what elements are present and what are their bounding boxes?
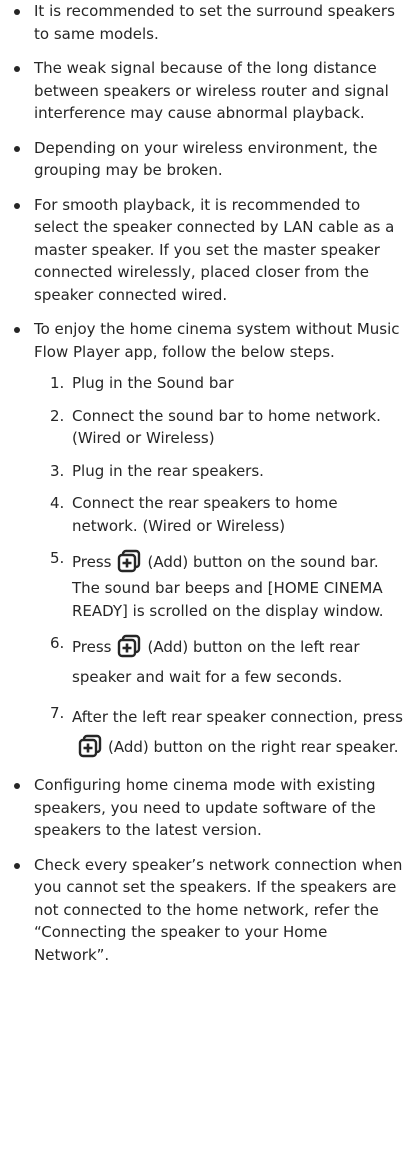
bullet-dot	[14, 145, 20, 152]
step-text: Press (Add) button on the sound bar.	[72, 547, 406, 577]
step-item: 3. Plug in the rear speakers.	[34, 460, 406, 483]
note-text: It is recommended to set the surround sp…	[34, 2, 395, 43]
add-icon	[78, 734, 102, 757]
step-text-post: (Add) button on the sound bar.	[147, 553, 379, 571]
list-item: It is recommended to set the surround sp…	[0, 0, 406, 45]
bullet-dot	[14, 66, 20, 72]
note-text: The weak signal because of the long dist…	[34, 59, 389, 122]
bullet-dot	[14, 327, 20, 333]
bullet-dot	[14, 862, 20, 869]
step-number: 6.	[50, 634, 65, 652]
step-text: Connect the sound bar to home network. (…	[72, 406, 381, 448]
step-item: 6. Press (Add) button on the left rear sp…	[34, 632, 406, 692]
bullet-dot	[14, 9, 20, 15]
step-item: 7. After the left rear speaker connectio…	[34, 702, 406, 762]
step-text: Connect the rear speakers to home networ…	[72, 494, 338, 535]
manual-page: It is recommended to set the surround sp…	[0, 0, 414, 1159]
bullet-dot	[14, 783, 20, 789]
step-text: After the left rear speaker connection, …	[72, 702, 406, 762]
add-icon	[118, 549, 141, 572]
list-item: Configuring home cinema mode with existi…	[0, 774, 406, 842]
step-text: Plug in the Sound bar	[72, 374, 234, 392]
step-text-pre: After the left rear speaker connection, …	[72, 708, 403, 726]
note-text: To enjoy the home cinema system without …	[34, 320, 400, 361]
step-item: 5. Press (Add) button on the sound bar. T…	[34, 547, 406, 622]
step-number: 5.	[50, 549, 65, 567]
list-item: Check every speaker’s network connection…	[0, 854, 406, 967]
step-text-pre: Press	[72, 553, 112, 571]
step-text: Press (Add) button on the left rear speak…	[72, 632, 406, 692]
step-note: The sound bar beeps and [HOME CINEMA REA…	[72, 579, 384, 620]
notes-list: It is recommended to set the surround sp…	[0, 0, 406, 966]
step-number: 3.	[50, 461, 65, 480]
step-text-pre: Press	[72, 638, 112, 656]
bullet-dot	[14, 202, 20, 209]
step-number: 1.	[50, 374, 65, 392]
step-item: 4. Connect the rear speakers to home net…	[34, 492, 406, 537]
step-item: 2. Connect the sound bar to home network…	[34, 405, 406, 450]
note-text: Configuring home cinema mode with existi…	[34, 776, 376, 839]
step-item: 1. Plug in the Sound bar	[34, 372, 406, 395]
list-item: To enjoy the home cinema system without …	[0, 318, 406, 762]
steps-list: 1. Plug in the Sound bar 2. Connect the …	[34, 372, 406, 762]
list-item: Depending on your wireless environment, …	[0, 137, 406, 182]
step-number: 4.	[50, 494, 65, 512]
list-item: For smooth playback, it is recommended t…	[0, 194, 406, 307]
step-text: Plug in the rear speakers.	[72, 461, 264, 480]
list-item: The weak signal because of the long dist…	[0, 57, 406, 125]
note-text: Check every speaker’s network connection…	[34, 855, 403, 964]
note-text: For smooth playback, it is recommended t…	[34, 195, 395, 304]
step-text-post: (Add) button on the left rear speaker an…	[72, 638, 360, 686]
step-number: 7.	[50, 704, 65, 722]
note-text: Depending on your wireless environment, …	[34, 138, 378, 180]
add-icon	[118, 634, 141, 657]
step-number: 2.	[50, 406, 65, 425]
step-text-post: (Add) button on the right rear speaker.	[108, 738, 399, 756]
